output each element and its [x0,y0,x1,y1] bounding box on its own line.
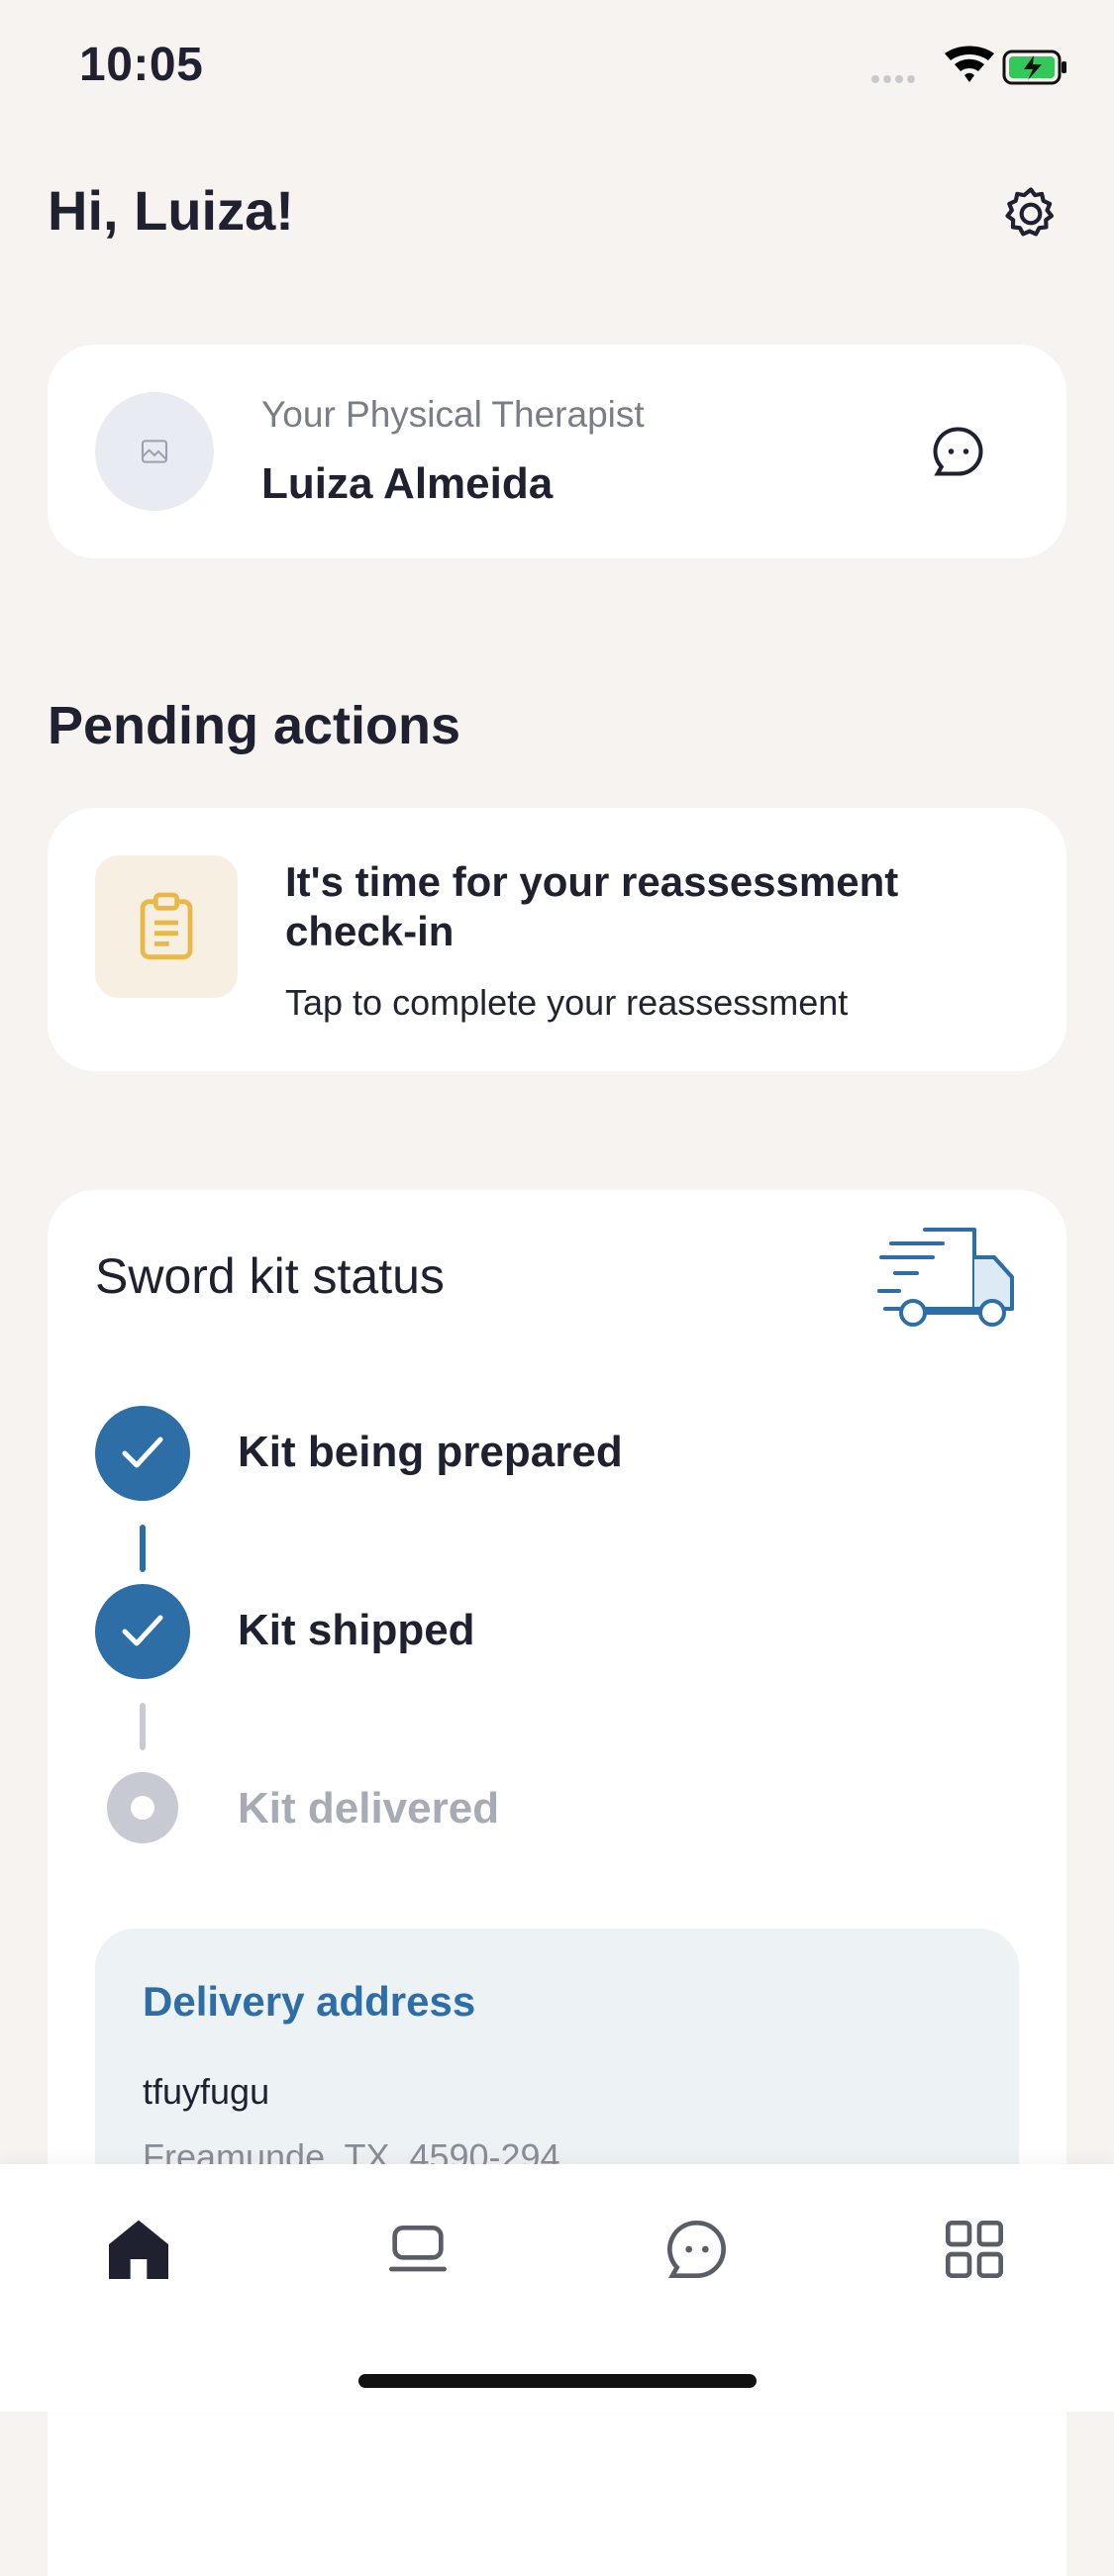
settings-button[interactable] [1000,183,1062,245]
therapist-label: Your Physical Therapist [261,394,645,435]
checkmark-icon [122,1437,163,1468]
chat-icon [933,427,983,476]
step-label-shipped: Kit shipped [238,1606,475,1654]
tab-more[interactable] [935,2210,1014,2289]
step-connector [140,1525,146,1572]
clipboard-icon [140,892,193,960]
delivery-truck-icon [877,1224,1026,1333]
signal-icon [871,75,915,83]
step-label-prepared: Kit being prepared [238,1428,623,1476]
tab-home[interactable] [99,2210,178,2289]
image-placeholder-icon [142,440,167,463]
tab-sessions[interactable] [378,2210,457,2289]
battery-icon [1002,50,1066,85]
wifi-icon [945,46,994,82]
therapist-card[interactable]: Your Physical Therapist Luiza Almeida [48,345,1066,558]
sessions-icon [389,2226,447,2272]
message-therapist-button[interactable] [929,422,988,481]
greeting-title: Hi, Luiza! [48,179,294,242]
chat-icon [667,2220,726,2278]
step-pending-indicator [107,1772,178,1843]
checkmark-icon [122,1615,163,1646]
tab-chat[interactable] [658,2210,737,2289]
step-connector [140,1703,146,1750]
step-done-indicator [95,1406,190,1501]
kit-status-title: Sword kit status [95,1248,445,1304]
gear-icon [1005,187,1054,237]
delivery-address-line1: tfuyfugu [143,2071,270,2112]
home-indicator [358,2374,757,2388]
status-icons [871,46,1069,89]
clipboard-icon-box [95,855,238,998]
step-done-indicator [95,1584,190,1679]
delivery-address-title: Delivery address [143,1978,476,2025]
grid-icon [946,2221,1003,2278]
step-label-delivered: Kit delivered [238,1784,500,1833]
status-time: 10:05 [79,39,204,91]
therapist-name: Luiza Almeida [261,459,554,508]
home-icon [109,2220,168,2279]
pending-item-title: It's time for your reassessment check-in [285,858,899,954]
avatar [95,392,214,511]
reassessment-card[interactable]: It's time for your reassessment check-in… [48,808,1066,1071]
pending-actions-title: Pending actions [48,696,461,755]
pending-item-subtitle: Tap to complete your reassessment [285,982,849,1023]
